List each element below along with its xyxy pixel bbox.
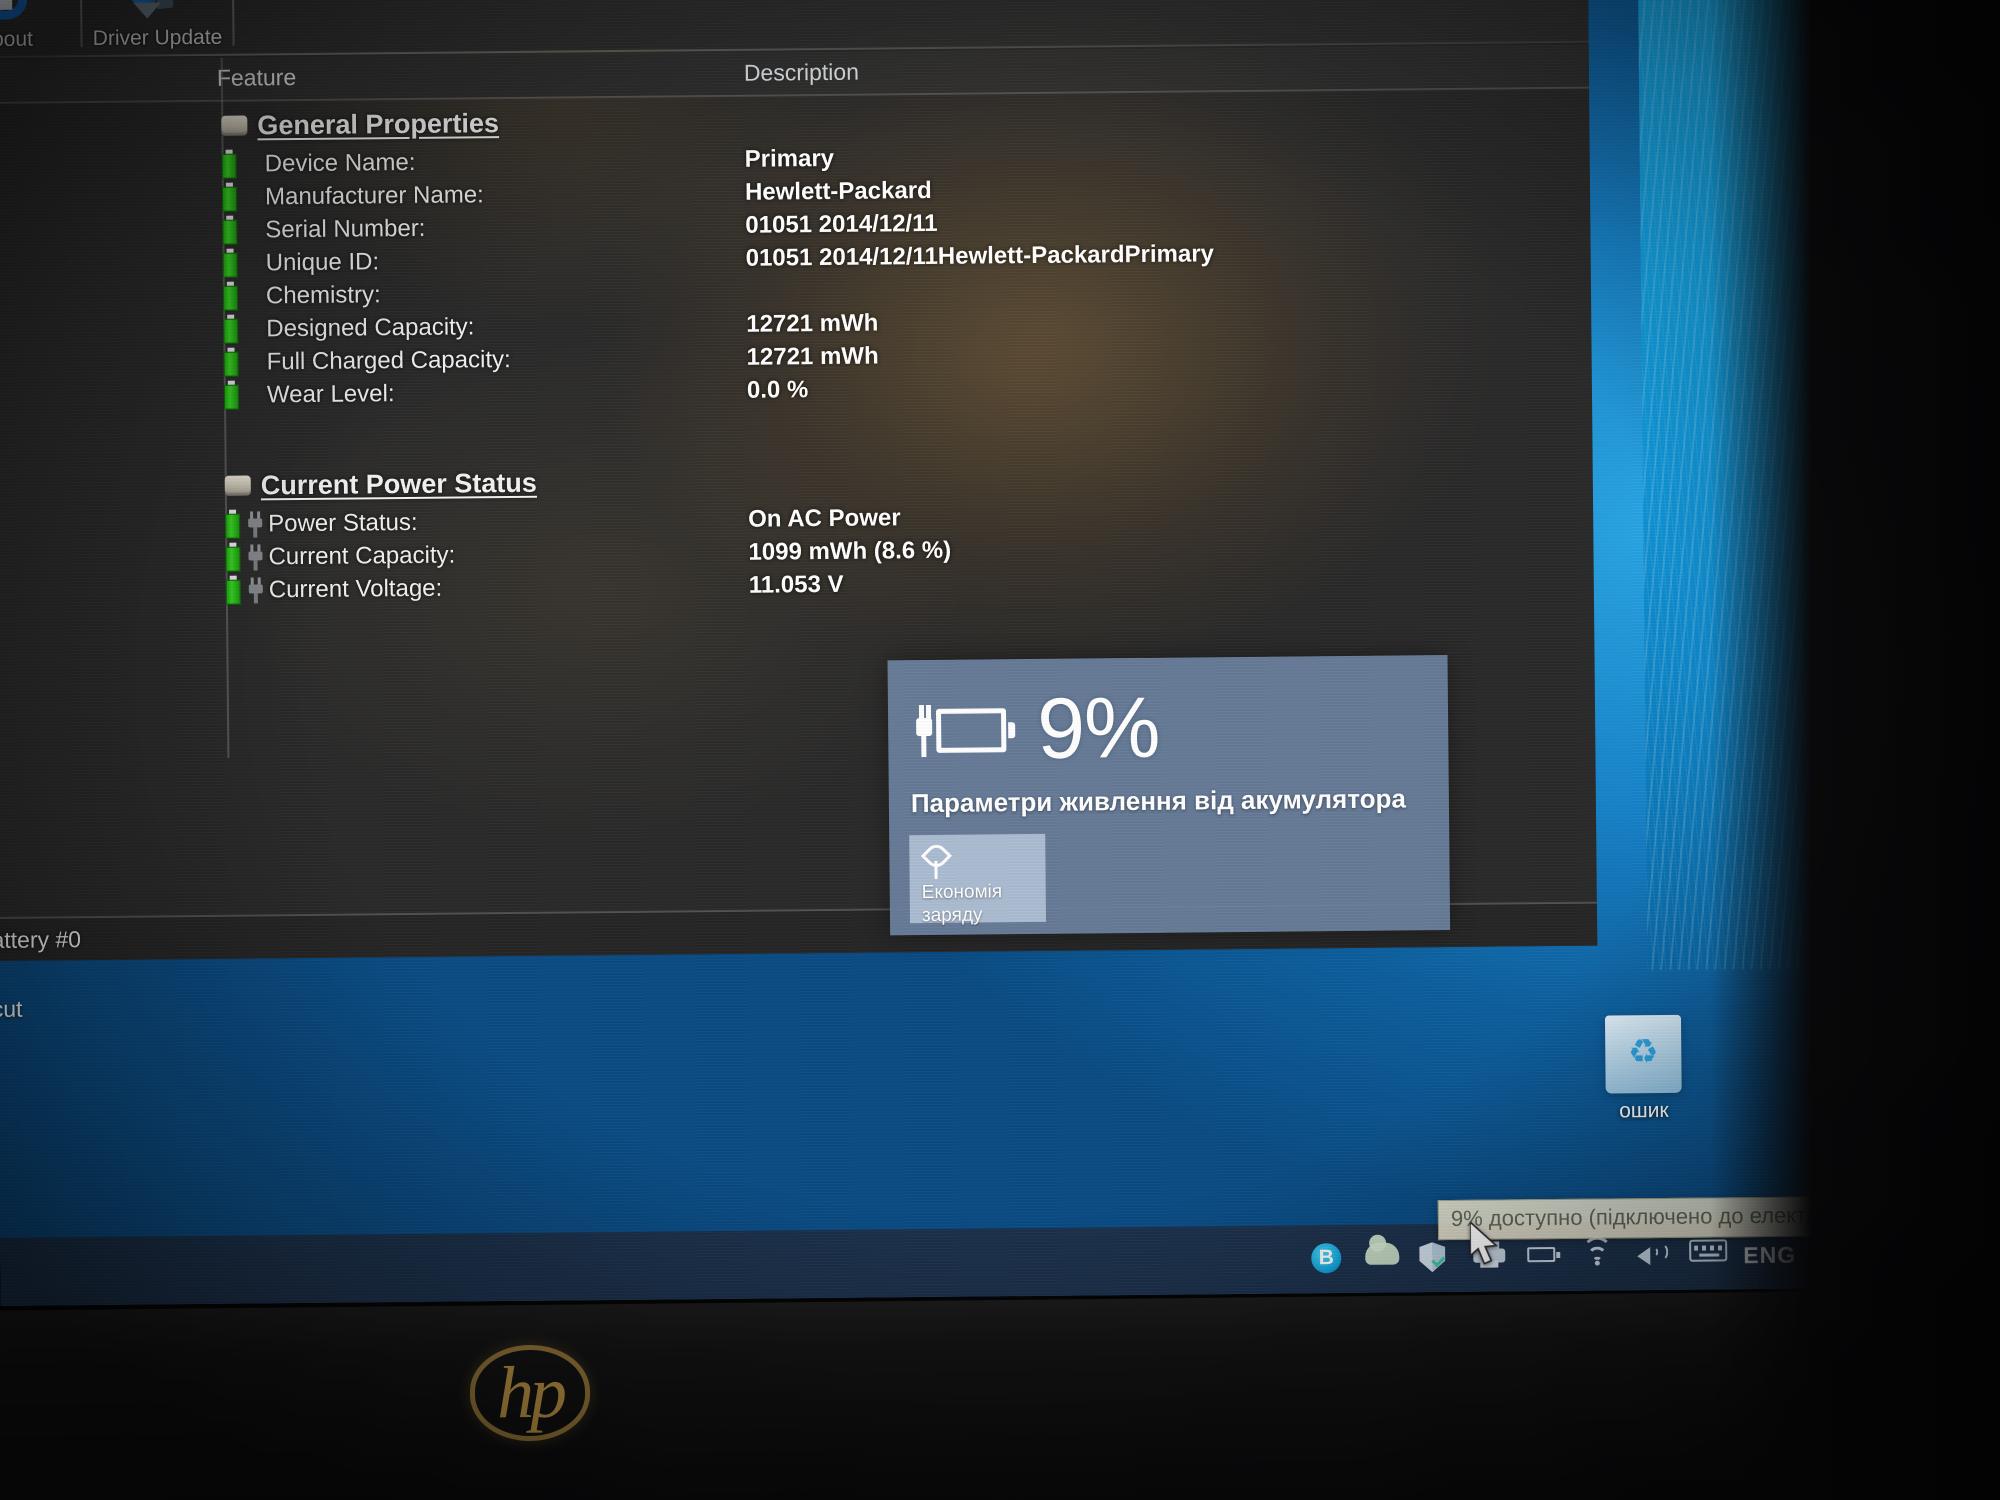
battery-icon bbox=[223, 314, 239, 344]
battery-icon bbox=[225, 542, 241, 572]
group-title: Current Power Status bbox=[260, 467, 537, 500]
row-label: Chemistry: bbox=[265, 280, 381, 309]
battery-flyout-panel[interactable]: 9% Параметри живлення від акумулятора Ек… bbox=[887, 655, 1451, 936]
row-value: 01051 2014/12/11 bbox=[745, 209, 938, 239]
laptop-bezel bbox=[0, 1289, 2000, 1500]
row-label: Serial Number: bbox=[265, 214, 426, 243]
system-tray: B ENG 01.09.2023 bbox=[1311, 1236, 2000, 1275]
row-value: 1099 mWh (8.6 %) bbox=[748, 536, 952, 566]
volume-icon[interactable] bbox=[1635, 1240, 1669, 1272]
status-bar-text: ry -> Battery #0 bbox=[0, 925, 82, 954]
desktop-shortcut-label: cut bbox=[0, 995, 23, 1023]
battery-group-icon bbox=[221, 115, 248, 136]
row-label: Device Name: bbox=[264, 148, 416, 177]
battery-icon bbox=[223, 347, 239, 377]
battery-plugged-icon bbox=[910, 698, 1016, 761]
action-center-icon[interactable] bbox=[1984, 1240, 2000, 1265]
bluetooth-icon[interactable]: B bbox=[1311, 1243, 1343, 1275]
keyboard-icon[interactable] bbox=[1689, 1239, 1728, 1271]
feature-list: General Properties Device Name: Primary … bbox=[0, 91, 1594, 610]
wifi-icon[interactable] bbox=[1581, 1236, 1613, 1272]
row-value: 01051 2014/12/11Hewlett-PackardPrimary bbox=[745, 239, 1215, 272]
row-label: Full Charged Capacity: bbox=[266, 345, 511, 375]
recycle-symbol-icon: ♻ bbox=[1627, 1033, 1659, 1072]
row-label: Designed Capacity: bbox=[266, 312, 475, 342]
battery-saver-label-line1: Економія bbox=[921, 881, 1003, 904]
plug-icon bbox=[248, 510, 263, 537]
row-label: Current Capacity: bbox=[268, 541, 456, 570]
plug-icon bbox=[248, 576, 263, 603]
flyout-summary-row: 9% bbox=[888, 655, 1449, 800]
battery-icon bbox=[222, 281, 239, 311]
plug-icon bbox=[248, 543, 263, 570]
windows-defender-shield-icon[interactable] bbox=[1419, 1242, 1451, 1274]
row-value: 12721 mWh bbox=[746, 341, 879, 371]
battery-icon bbox=[221, 182, 238, 212]
battery-settings-link[interactable]: Параметри живлення від акумулятора bbox=[911, 783, 1406, 819]
row-label: Current Voltage: bbox=[268, 574, 443, 603]
info-icon bbox=[0, 0, 28, 22]
row-value: Primary bbox=[744, 144, 835, 173]
battery-icon bbox=[225, 575, 241, 605]
leaf-icon bbox=[920, 840, 952, 879]
battery-icon bbox=[222, 248, 238, 278]
recycle-bin-label: ошик bbox=[1619, 1098, 1669, 1123]
row-label: Wear Level: bbox=[266, 379, 395, 408]
desktop-icon-recycle-bin[interactable]: ♻ ошик bbox=[1558, 1014, 1729, 1124]
battery-icon bbox=[225, 509, 241, 539]
about-button[interactable]: About bbox=[0, 0, 81, 55]
about-button-label: About bbox=[0, 27, 34, 52]
row-label: Unique ID: bbox=[265, 247, 380, 276]
row-value: 0.0 % bbox=[746, 375, 809, 404]
screen-area: ♻ ошик About Driver Update Feature Descr… bbox=[0, 0, 2000, 1306]
row-value: Hewlett-Packard bbox=[744, 176, 932, 206]
battery-saver-label-line2: заряду bbox=[921, 904, 983, 927]
column-header-feature[interactable]: Feature bbox=[217, 64, 297, 92]
battery-tray-tooltip: 9% доступно (підключено до електромережі… bbox=[1437, 1195, 1923, 1241]
battery-saver-tile[interactable]: Економія заряду bbox=[909, 833, 1047, 926]
laptop-screen-photo: ♻ ошик About Driver Update Feature Descr… bbox=[0, 0, 2000, 1500]
onedrive-cloud-icon[interactable] bbox=[1365, 1242, 1400, 1275]
clock-date[interactable]: 01.09.2023 bbox=[1828, 1239, 1948, 1268]
battery-icon bbox=[222, 215, 238, 245]
bluetooth-glyph: B bbox=[1311, 1243, 1342, 1274]
row-label: Manufacturer Name: bbox=[264, 180, 484, 210]
group-title: General Properties bbox=[257, 107, 500, 140]
battery-icon bbox=[223, 380, 240, 410]
row-value: 11.053 V bbox=[748, 570, 844, 599]
driver-update-button[interactable]: Driver Update bbox=[82, 0, 233, 53]
driver-update-button-label: Driver Update bbox=[92, 25, 223, 50]
wallpaper-right-strip bbox=[1637, 0, 2000, 971]
row-value: 12721 mWh bbox=[746, 308, 879, 338]
driver-update-icon bbox=[128, 0, 186, 21]
column-header-description[interactable]: Description bbox=[744, 59, 859, 87]
power-group-icon bbox=[224, 475, 251, 496]
language-indicator[interactable]: ENG bbox=[1743, 1241, 1796, 1269]
row-label: Power Status: bbox=[268, 508, 418, 537]
row-value: On AC Power bbox=[748, 503, 901, 533]
battery-tray-icon[interactable] bbox=[1527, 1241, 1561, 1273]
battery-percent-text: 9% bbox=[1036, 679, 1160, 777]
toolbar-separator-right bbox=[231, 0, 235, 46]
battery-icon bbox=[221, 149, 237, 179]
hp-logo: hp bbox=[469, 1344, 591, 1442]
recycle-bin-icon: ♻ bbox=[1604, 1014, 1682, 1094]
